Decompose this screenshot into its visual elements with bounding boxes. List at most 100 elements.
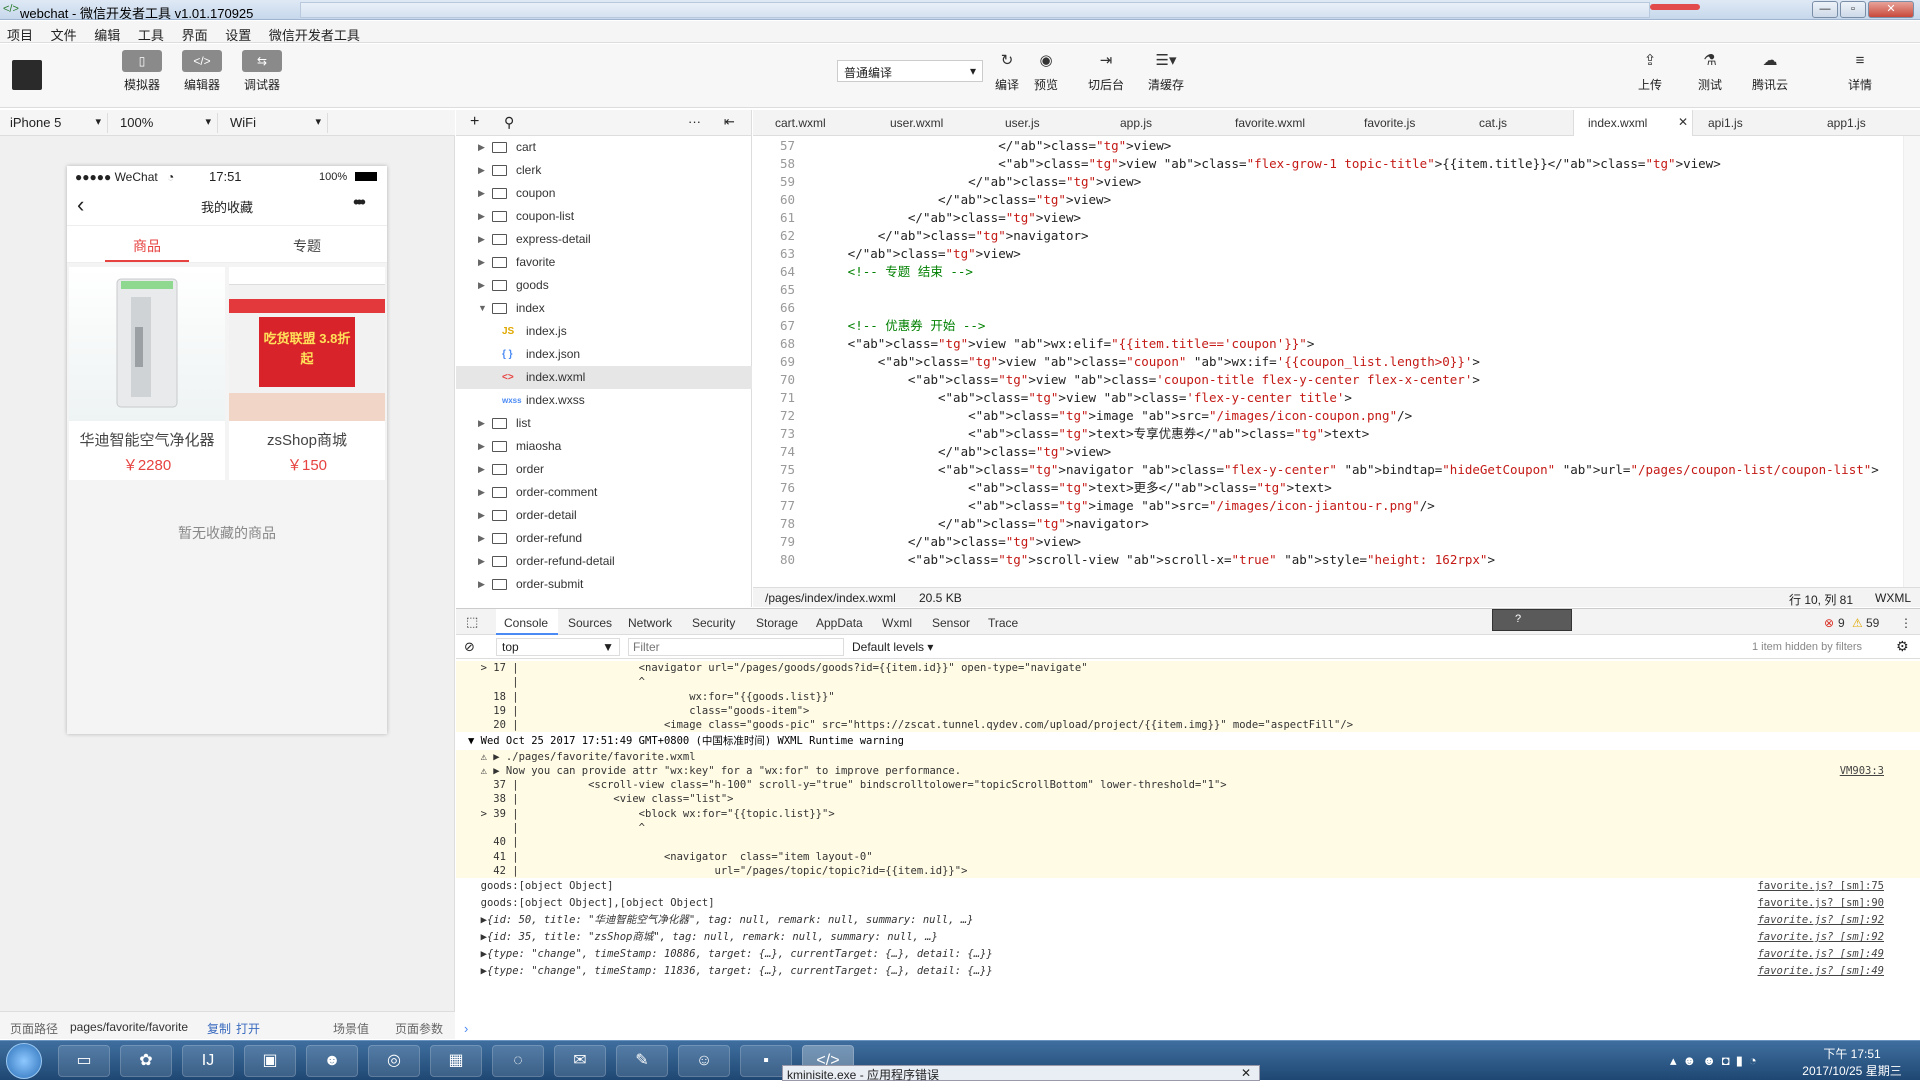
file-tree-item[interactable]: ▶ clerk [456,159,752,182]
active-editor-tab[interactable]: index.wxml ✕ [1573,110,1693,136]
close-window-button[interactable]: ✕ [1868,1,1914,18]
details-button[interactable]: ≡ 详情 [1832,50,1888,93]
more-icon[interactable]: ··· [688,114,701,129]
chevron-right-icon[interactable]: ▶ [478,412,485,435]
code-line[interactable]: 70 <"ab">class="tg">view "ab">class='cou… [753,371,1480,389]
console-log-line[interactable]: ▼ Wed Oct 25 2017 17:51:49 GMT+0800 (中国标… [456,733,1920,750]
editor-tab[interactable]: api1.js [1708,116,1743,130]
tab-topics[interactable]: 专题 [227,236,387,256]
code-line[interactable]: 71 <"ab">class="tg">view "ab">class='fle… [753,389,1352,407]
code-line[interactable]: 61 </"ab">class="tg">view> [753,209,1081,227]
folder-icon[interactable]: ▭ [58,1045,110,1077]
file-tree-item[interactable]: ▶ order-submit [456,573,752,596]
code-line[interactable]: 80 <"ab">class="tg">scroll-view "ab">scr… [753,551,1495,569]
chevron-right-icon[interactable]: ▶ [478,182,485,205]
file-tree-item[interactable]: ▶ coupon [456,182,752,205]
console-filter-input[interactable] [628,638,844,656]
file-tree-item[interactable]: ▼ index [456,297,752,320]
code-area[interactable]: 57 </"ab">class="tg">view> 58 <"ab">class… [753,136,1903,587]
console-warning-line[interactable]: 42 | url="/pages/topic/topic?id={{item.i… [456,863,1920,879]
tencent-cloud-button[interactable]: ☁ 腾讯云 [1742,50,1798,93]
more-icon[interactable]: ••• [353,192,366,213]
console-warning-line[interactable]: 19 | class="goods-item"> [456,703,1920,719]
editor-tab[interactable]: favorite.wxml [1235,116,1305,130]
code-line[interactable]: 65 [753,281,818,299]
floating-debug-widget[interactable]: ? [1492,609,1572,631]
file-tree-item[interactable]: <> index.wxml [456,366,752,389]
collapse-icon[interactable]: ⇤ [724,114,735,130]
code-line[interactable]: 63 </"ab">class="tg">view> [753,245,1021,263]
chevron-right-icon[interactable]: ▶ [478,550,485,573]
error-count[interactable]: 9 [1838,616,1845,630]
language-mode[interactable]: WXML [1875,591,1911,605]
editor-tab[interactable]: cart.wxml [775,116,826,130]
file-tree-item[interactable]: ▶ goods [456,274,752,297]
cursor-position[interactable]: 行 10, 列 81 [1789,591,1853,608]
simulator-toggle-button[interactable]: ▯ 模拟器 [114,50,170,93]
file-tree-item[interactable]: ▶ miaosha [456,435,752,458]
background-button[interactable]: ⇥ 切后台 [1078,50,1134,93]
code-line[interactable]: 76 <"ab">class="tg">text>更多</"ab">class=… [753,479,1332,497]
editor-toggle-button[interactable]: </> 编辑器 [174,50,230,93]
tab-trace[interactable]: Trace [988,616,1018,630]
code-line[interactable]: 78 </"ab">class="tg">navigator> [753,515,1149,533]
clock[interactable]: 下午 17:51 2017/10/25 星期三 [1790,1045,1914,1079]
file-tree-item[interactable]: ▶ order-refund [456,527,752,550]
pinwheel-icon[interactable]: ✿ [120,1045,172,1077]
console-warning-line[interactable]: | ^ [456,821,1920,836]
chevron-right-icon[interactable]: ▶ [478,159,485,182]
source-link[interactable]: VM903:3 [1840,764,1884,778]
ide-icon[interactable]: IJ [182,1045,234,1077]
eraser-icon[interactable]: ✎ [616,1045,668,1077]
chevron-right-icon[interactable]: ▶ [478,228,485,251]
code-line[interactable]: 64 <!-- 专题 结束 --> [753,263,973,281]
chevron-right-icon[interactable]: ▶ [478,205,485,228]
swirl-icon[interactable]: ◌ [492,1045,544,1077]
console-warning-line[interactable]: > 17 | <navigator url="/pages/goods/good… [456,661,1920,676]
chevron-down-icon[interactable]: ▼ [478,297,487,320]
code-line[interactable]: 77 <"ab">class="tg">image "ab">src="/ima… [753,497,1435,515]
add-file-icon[interactable]: + [470,113,479,131]
chevron-right-icon[interactable]: ▶ [478,274,485,297]
code-line[interactable]: 66 [753,299,818,317]
console-log-line[interactable]: ▶{type: "change", timeStamp: 11836, targ… [456,963,1920,980]
source-link[interactable]: favorite.js? [sm]:90 [1758,895,1884,912]
code-line[interactable]: 69 <"ab">class="tg">view "ab">class="cou… [753,353,1480,371]
wechat-icon[interactable]: ✉ [554,1045,606,1077]
debugger-toggle-button[interactable]: ⇆ 调试器 [234,50,290,93]
chevron-right-icon[interactable]: ▶ [478,481,485,504]
compile-mode-select[interactable]: 普通编译 ▾ [837,60,983,82]
chrome-icon[interactable]: ◎ [368,1045,420,1077]
clear-console-icon[interactable]: ⊘ [464,639,475,655]
source-link[interactable]: favorite.js? [sm]:49 [1758,963,1884,980]
editor-tab[interactable]: app.js [1120,116,1152,130]
console-warning-line[interactable]: 41 | <navigator class="item layout-0" [456,849,1920,864]
page-params-label[interactable]: 页面参数 [395,1020,443,1037]
tab-sensor[interactable]: Sensor [932,616,970,630]
upload-button[interactable]: ⇪ 上传 [1622,50,1678,93]
console-prompt[interactable]: › [464,1021,468,1036]
tab-storage[interactable]: Storage [756,616,798,630]
code-line[interactable]: 67 <!-- 优惠券 开始 --> [753,317,986,335]
tray-icons[interactable]: ▴☻☻◘▮◔ [1670,1053,1763,1069]
tab-sources[interactable]: Sources [568,616,612,630]
file-tree-item[interactable]: ▶ coupon-list [456,205,752,228]
gear-icon[interactable]: ⚙ [1896,638,1909,655]
preview-button[interactable]: ◉ 预览 [1018,50,1074,93]
code-line[interactable]: 57 </"ab">class="tg">view> [753,137,1171,155]
person-icon[interactable]: ☺ [678,1045,730,1077]
chevron-right-icon[interactable]: ▶ [478,458,485,481]
file-tree-item[interactable]: ▶ order-refund-detail [456,550,752,573]
error-dialog-preview[interactable]: kminisite.exe - 应用程序错误 ✕ [782,1065,1260,1082]
file-tree-item[interactable]: ▶ order [456,458,752,481]
editor-tab[interactable]: cat.js [1479,116,1507,130]
file-tree-item[interactable]: JS index.js [456,320,752,343]
chevron-right-icon[interactable]: ▶ [478,527,485,550]
device-select[interactable]: iPhone 5 [4,113,108,133]
console-warning-line[interactable]: 20 | <image class="goods-pic" src="https… [456,718,1920,733]
log-levels-select[interactable]: Default levels ▾ [852,640,933,654]
editor-tab[interactable]: favorite.js [1364,116,1415,130]
console-warning-line[interactable]: 37 | <scroll-view class="h-100" scroll-y… [456,778,1920,793]
console-log-line[interactable]: goods:[object Object],[object Object] fav… [456,895,1920,912]
code-line[interactable]: 60 </"ab">class="tg">view> [753,191,1111,209]
